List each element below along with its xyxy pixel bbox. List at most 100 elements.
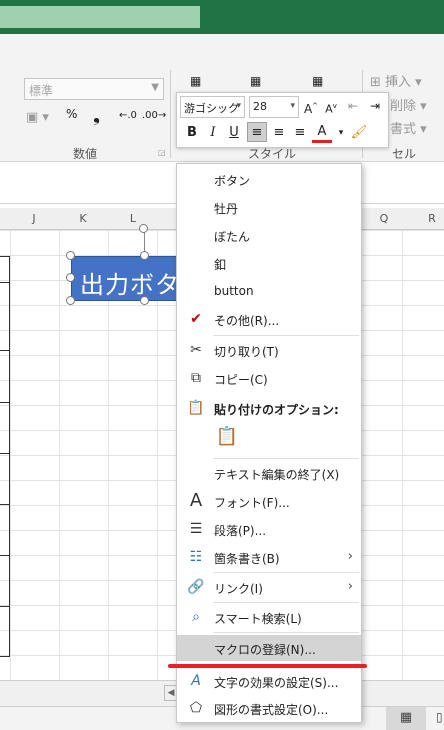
menu-item-label: 段落(P)... — [214, 524, 267, 538]
menu-item-smart-lookup[interactable]: ⌕ スマート検索(L) — [177, 604, 361, 630]
menu-item-text-effects[interactable]: A 文字の効果の設定(S)... — [177, 668, 361, 694]
decrease-decimal-icon[interactable]: .00→ — [142, 110, 166, 121]
menu-item-format-shape[interactable]: ⬠ 図形の書式設定(O)... — [177, 695, 361, 721]
mini-toolbar: 游ゴシック ▾ 28 ▾ A^ Av ⇤ ⇥ B I U ≡ ≡ ≡ A ▾ 🖌 — [176, 92, 389, 148]
resize-handle[interactable] — [140, 296, 149, 305]
increase-decimal-icon[interactable]: ←.0 — [119, 110, 137, 121]
paste-icon: 📋 — [187, 400, 205, 416]
menu-item-label: 釦 — [214, 258, 227, 272]
menu-item-label: テキスト編集の終了(X) — [214, 468, 340, 482]
percent-style-button[interactable]: % — [66, 107, 77, 121]
menu-item-label: コピー(C) — [214, 373, 268, 387]
currency-format-icon[interactable]: ▣ ▾ — [26, 110, 49, 125]
conditional-format-icon[interactable]: ▦ — [190, 74, 201, 88]
column-header-j[interactable]: J — [24, 212, 44, 225]
menu-item-copy[interactable]: ⧉ コピー(C) — [177, 365, 361, 391]
font-icon: A — [189, 490, 203, 511]
page-layout-icon[interactable]: ▯ — [436, 710, 443, 724]
align-center-icon[interactable]: ≡ — [269, 123, 289, 143]
paragraph-icon: ☰ — [189, 521, 203, 537]
font-color-icon[interactable]: A — [312, 123, 332, 143]
cells-group-label: セル — [392, 147, 417, 161]
bold-button[interactable]: B — [182, 123, 202, 143]
scissors-icon: ✂ — [190, 342, 202, 358]
link-icon: 🔗 — [187, 579, 205, 595]
resize-handle[interactable] — [66, 296, 75, 305]
output-button-shape[interactable]: 出力ボタ — [71, 256, 181, 301]
menu-item-ime-candidate[interactable]: 牡丹 — [177, 194, 361, 220]
menu-separator — [213, 572, 359, 573]
decrease-indent-icon[interactable]: ⇤ — [343, 96, 363, 116]
grow-font-icon[interactable]: A^ — [301, 96, 321, 116]
menu-item-cut[interactable]: ✂ 切り取り(T) — [177, 337, 361, 363]
resize-handle[interactable] — [66, 251, 75, 260]
italic-button[interactable]: I — [203, 123, 223, 143]
cell-styles-icon[interactable]: ▦ — [312, 74, 323, 88]
menu-item-bullets[interactable]: ☷ 箇条書き(B) › — [177, 544, 361, 570]
menu-item-assign-macro[interactable]: マクロの登録(N)... — [177, 635, 361, 661]
shrink-font-icon[interactable]: Av — [321, 96, 341, 116]
submenu-arrow-icon: › — [347, 579, 353, 594]
table-format-icon[interactable]: ▦ — [250, 74, 261, 88]
column-header-q[interactable]: Q — [374, 212, 394, 225]
delete-cells-button[interactable]: 削除 ▾ — [390, 95, 427, 114]
underline-button[interactable]: U — [224, 123, 244, 143]
menu-separator — [213, 602, 359, 603]
insert-label: 挿入 — [385, 75, 412, 90]
comma-style-button[interactable]: ❟ — [93, 105, 100, 126]
font-name-value: 游ゴシック — [184, 102, 239, 115]
table-border — [0, 256, 10, 656]
number-group-label: 数値 — [73, 147, 98, 161]
menu-item-label: button — [214, 284, 254, 298]
rotate-handle[interactable] — [139, 224, 148, 233]
menu-item-more-candidates[interactable]: ✔ その他(R)... — [177, 306, 361, 332]
table-border-line — [0, 555, 10, 556]
menu-item-ime-candidate[interactable]: button — [177, 278, 361, 304]
align-right-icon[interactable]: ≡ — [290, 123, 310, 143]
font-name-select[interactable]: 游ゴシック ▾ — [180, 96, 245, 118]
menu-separator — [213, 335, 359, 336]
annotation-underline — [168, 664, 367, 668]
normal-view-icon[interactable]: ▦ — [386, 707, 426, 730]
dialog-launcher-icon[interactable]: ◲ — [158, 148, 166, 157]
number-format-select[interactable]: 標準 ▼ — [24, 78, 164, 100]
menu-item-font[interactable]: A フォント(F)... — [177, 488, 361, 514]
text-effects-icon: A — [191, 673, 201, 689]
format-painter-icon[interactable]: 🖌 — [349, 123, 369, 143]
increase-indent-icon[interactable]: ⇥ — [365, 96, 385, 116]
delete-label: 削除 — [390, 99, 417, 114]
menu-item-label: リンク(I) — [214, 582, 263, 596]
title-field — [0, 6, 200, 28]
rotation-stem — [144, 230, 145, 252]
smart-lookup-icon: ⌕ — [192, 609, 200, 625]
menu-item-label: 図形の書式設定(O)... — [214, 703, 329, 717]
table-border-line — [0, 656, 10, 657]
menu-item-link[interactable]: 🔗 リンク(I) › — [177, 574, 361, 600]
format-label: 書式 — [390, 122, 417, 137]
shape-text[interactable]: 出力ボタ — [80, 265, 180, 300]
align-left-icon[interactable]: ≡ — [247, 122, 267, 142]
group-divider — [170, 70, 171, 158]
column-header-k[interactable]: K — [73, 212, 93, 225]
resize-handle[interactable] — [66, 273, 75, 282]
menu-item-ime-candidate[interactable]: ボタン — [177, 166, 361, 192]
paste-option-icon[interactable]: 📋 — [215, 426, 239, 450]
insert-cells-button[interactable]: ⊞ 挿入 ▾ — [370, 71, 422, 90]
menu-item-paragraph[interactable]: ☰ 段落(P)... — [177, 516, 361, 542]
column-header-r[interactable]: R — [422, 212, 442, 225]
format-shape-icon: ⬠ — [189, 700, 203, 716]
menu-item-paste-options: 📋 貼り付けのオプション: — [177, 395, 361, 421]
column-header-l[interactable]: L — [123, 212, 143, 225]
chevron-down-icon: ▾ — [290, 101, 295, 111]
chevron-down-icon[interactable]: ▾ — [331, 123, 351, 143]
resize-handle[interactable] — [140, 251, 149, 260]
menu-item-label: マクロの登録(N)... — [214, 643, 316, 657]
menu-item-end-text-edit[interactable]: テキスト編集の終了(X) — [177, 460, 361, 486]
font-size-select[interactable]: 28 ▾ — [249, 96, 299, 118]
number-format-value: 標準 — [29, 84, 54, 98]
more-candidates-icon: ✔ — [190, 311, 202, 327]
format-cells-button[interactable]: 書式 ▾ — [390, 118, 427, 137]
menu-item-label: 箇条書き(B) — [214, 552, 280, 566]
menu-item-ime-candidate[interactable]: 釦 — [177, 250, 361, 276]
menu-item-ime-candidate[interactable]: ぼたん — [177, 222, 361, 248]
